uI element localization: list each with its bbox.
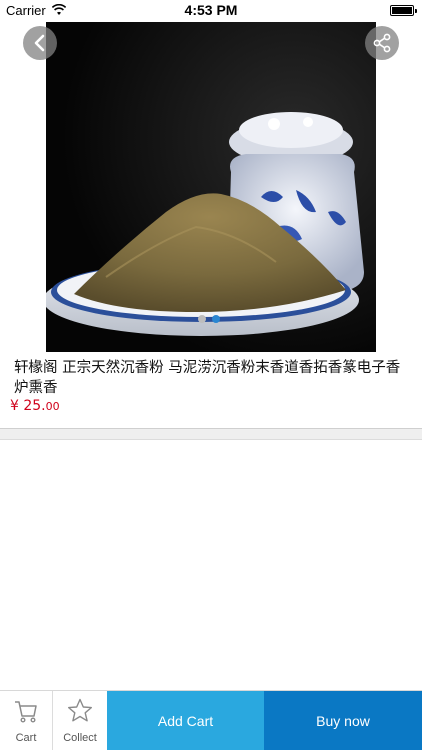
- cart-label: Cart: [15, 732, 37, 744]
- add-cart-button[interactable]: Add Cart: [107, 691, 264, 750]
- price-main: ¥ 25.: [10, 398, 46, 414]
- collect-label: Collect: [63, 732, 97, 744]
- status-bar: Carrier 4:53 PM: [0, 0, 422, 22]
- chevron-left-icon: [34, 34, 45, 52]
- incense-powder-photo: [46, 22, 376, 352]
- star-icon: [68, 698, 92, 722]
- buy-now-button[interactable]: Buy now: [264, 691, 422, 750]
- cart-icon: [15, 701, 37, 723]
- price-cents: 00: [45, 400, 60, 413]
- cart-tab[interactable]: Cart: [0, 691, 53, 750]
- product-image-carousel[interactable]: [46, 22, 376, 352]
- share-icon: [373, 33, 391, 53]
- back-button[interactable]: [23, 26, 57, 60]
- battery-icon: [390, 5, 417, 16]
- bottom-action-bar: Cart Collect Add Cart Buy now: [0, 690, 422, 750]
- product-price: ¥ 25.00: [10, 398, 60, 414]
- clock: 4:53 PM: [184, 2, 238, 18]
- section-divider: [0, 428, 422, 440]
- share-button[interactable]: [365, 26, 399, 60]
- product-title: 轩椽阁 正宗天然沉香粉 马泥涝沉香粉末香道香拓香篆电子香炉熏香: [14, 360, 401, 396]
- collect-tab[interactable]: Collect: [53, 691, 107, 750]
- carousel-dot[interactable]: [198, 315, 206, 323]
- carousel-indicator: [198, 315, 220, 323]
- carousel-dot-active[interactable]: [212, 315, 220, 323]
